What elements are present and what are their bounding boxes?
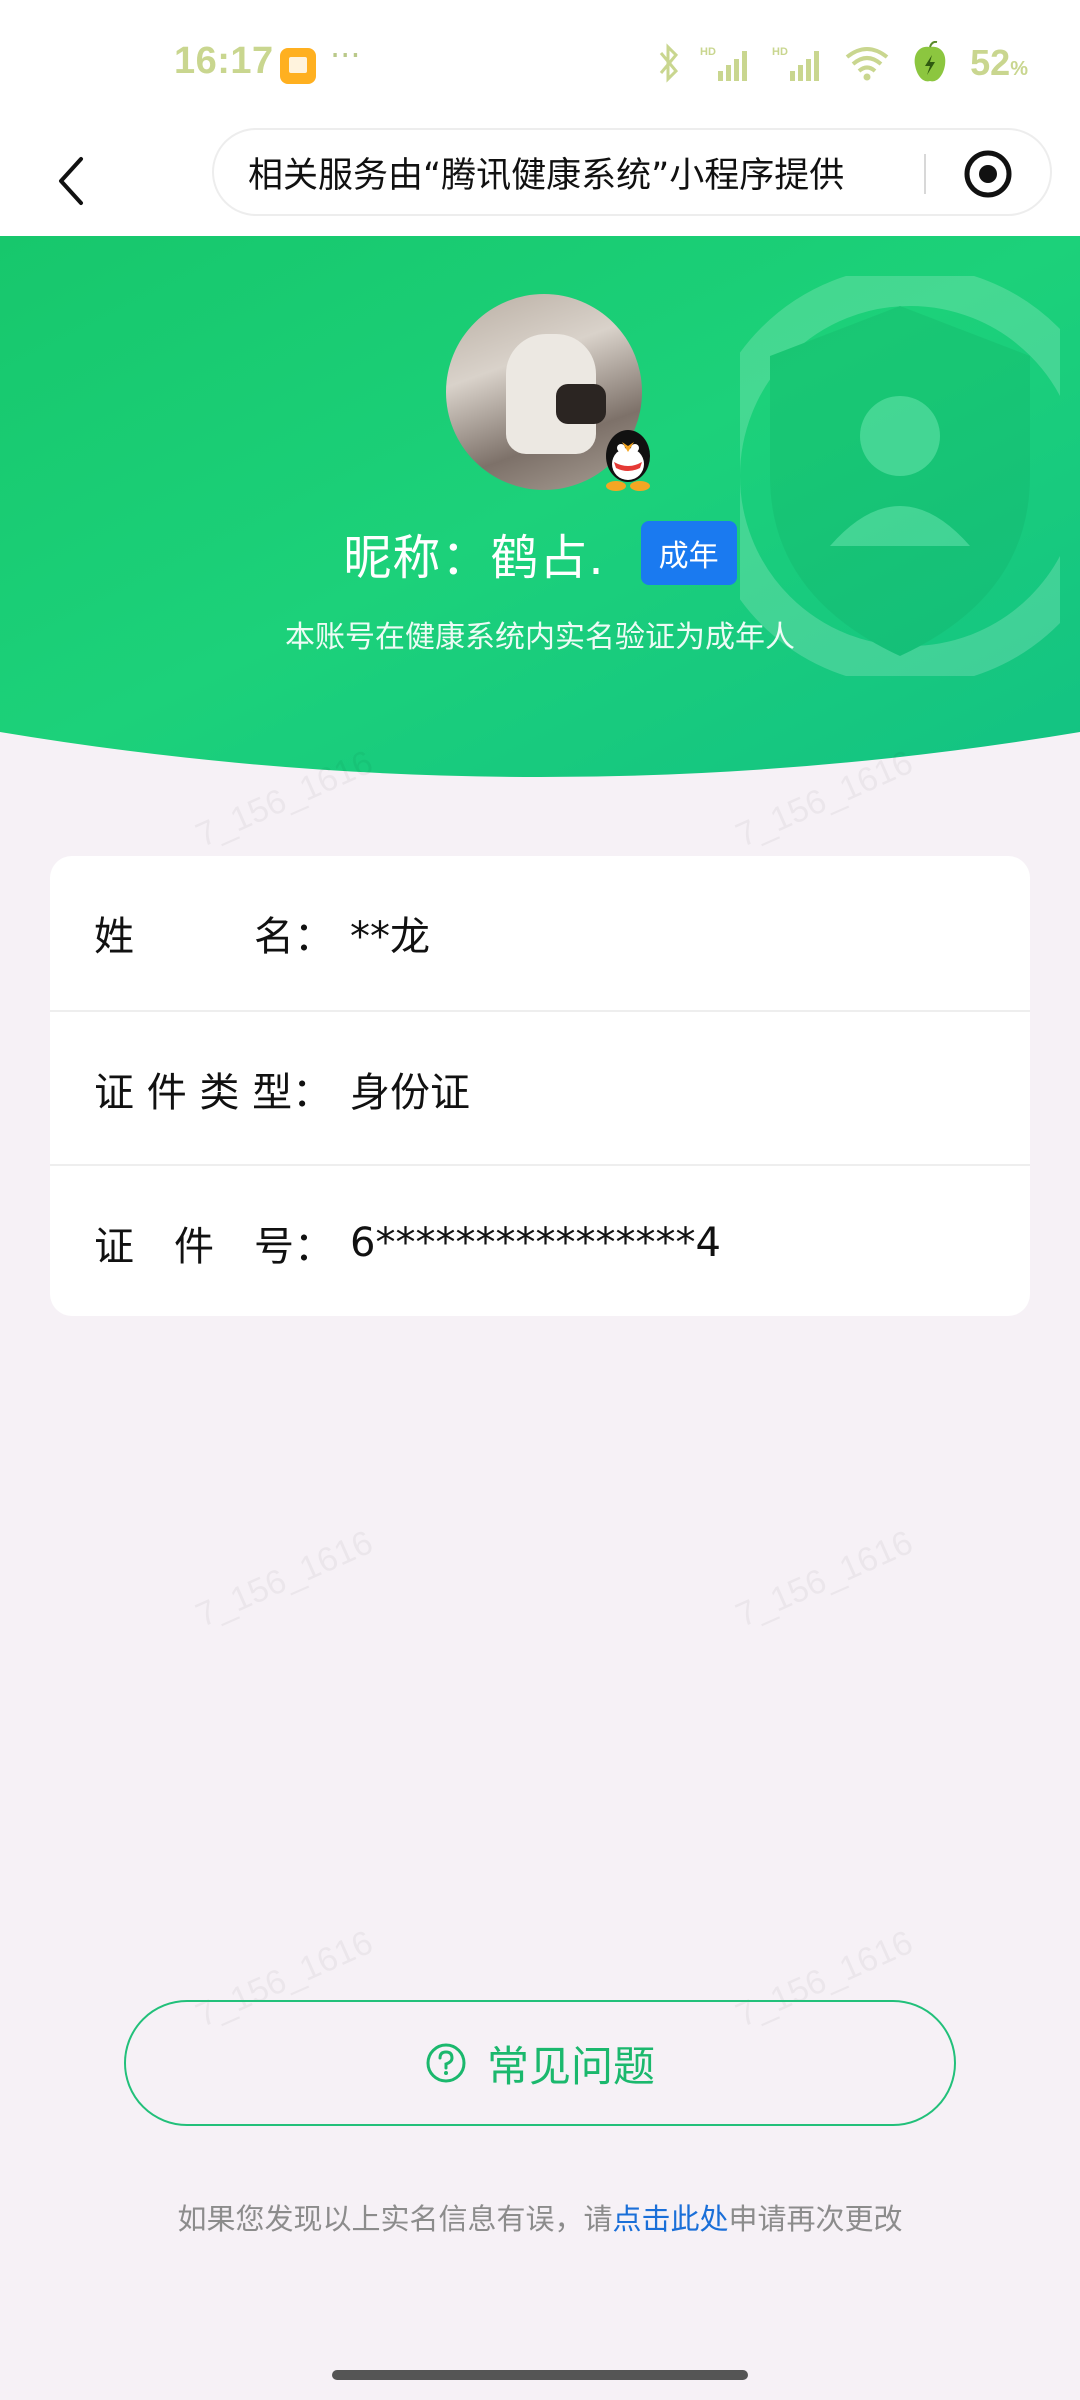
info-row-name: 姓 名： **龙 bbox=[50, 856, 1030, 1009]
correction-hint-prefix: 如果您发现以上实名信息有误，请 bbox=[177, 2202, 613, 2236]
question-icon bbox=[426, 2043, 466, 2083]
signal-icon-2: HD bbox=[772, 43, 824, 83]
faq-button[interactable]: 常见问题 bbox=[124, 2000, 956, 2126]
back-button[interactable] bbox=[36, 146, 106, 216]
signal-icon: HD bbox=[700, 43, 752, 83]
info-row-id-number: 证 件 号： 6****************4 bbox=[50, 1164, 1030, 1319]
capsule-divider bbox=[924, 154, 926, 194]
info-value-name: **龙 bbox=[350, 913, 430, 960]
gallery-notification-icon bbox=[280, 48, 316, 84]
info-value-id-number: 6****************4 bbox=[350, 1219, 721, 1266]
info-label-id-type: 证 件 类 型： bbox=[94, 1069, 333, 1116]
info-label-name: 姓 名： bbox=[94, 913, 334, 960]
profile-header: 昵称：鹤占. 成年 本账号在健康系统内实名验证为成年人 bbox=[0, 236, 1080, 796]
nickname: 昵称：鹤占. bbox=[343, 530, 605, 586]
svg-text:HD: HD bbox=[772, 46, 788, 58]
record-button[interactable] bbox=[960, 146, 1016, 202]
status-time: 16:17 bbox=[174, 40, 274, 82]
verification-text: 本账号在健康系统内实名验证为成年人 bbox=[285, 620, 795, 655]
info-value-id-type: 身份证 bbox=[350, 1069, 470, 1116]
info-label-id-number: 证 件 号： bbox=[94, 1223, 334, 1270]
identity-info-card: 姓 名： **龙 证 件 类 型： 身份证 证 件 号： 6**********… bbox=[50, 856, 1030, 1316]
status-icons: HD HD 52% bbox=[658, 38, 1028, 88]
status-bar: 16:17 ··· HD HD 52% bbox=[0, 0, 1080, 128]
qq-icon bbox=[606, 430, 650, 491]
faq-label: 常见问题 bbox=[486, 2041, 655, 2091]
bluetooth-icon bbox=[658, 43, 680, 83]
title-bar: 相关服务由“腾讯健康系统”小程序提供 bbox=[0, 128, 1080, 238]
adult-badge: 成年 bbox=[640, 521, 737, 585]
service-provider-capsule[interactable]: 相关服务由“腾讯健康系统”小程序提供 bbox=[212, 128, 1052, 216]
back-arrow-icon bbox=[59, 157, 83, 205]
service-provider-text: 相关服务由“腾讯健康系统”小程序提供 bbox=[248, 155, 845, 196]
wifi-icon bbox=[844, 43, 890, 83]
more-notifications-icon: ··· bbox=[330, 36, 361, 74]
correction-hint-suffix: 申请再次更改 bbox=[728, 2202, 903, 2236]
nickname-row: 昵称：鹤占. 成年 bbox=[0, 518, 1080, 588]
correction-hint: 如果您发现以上实名信息有误，请点击此处申请再次更改 bbox=[0, 2196, 1080, 2238]
info-row-id-type: 证 件 类 型： 身份证 bbox=[50, 1010, 1030, 1165]
correction-link[interactable]: 点击此处 bbox=[612, 2202, 728, 2236]
svg-text:HD: HD bbox=[700, 46, 716, 58]
battery-icon bbox=[910, 41, 950, 85]
battery-percentage: 52% bbox=[970, 42, 1028, 83]
home-indicator[interactable] bbox=[332, 2370, 748, 2380]
record-icon bbox=[964, 150, 1012, 198]
